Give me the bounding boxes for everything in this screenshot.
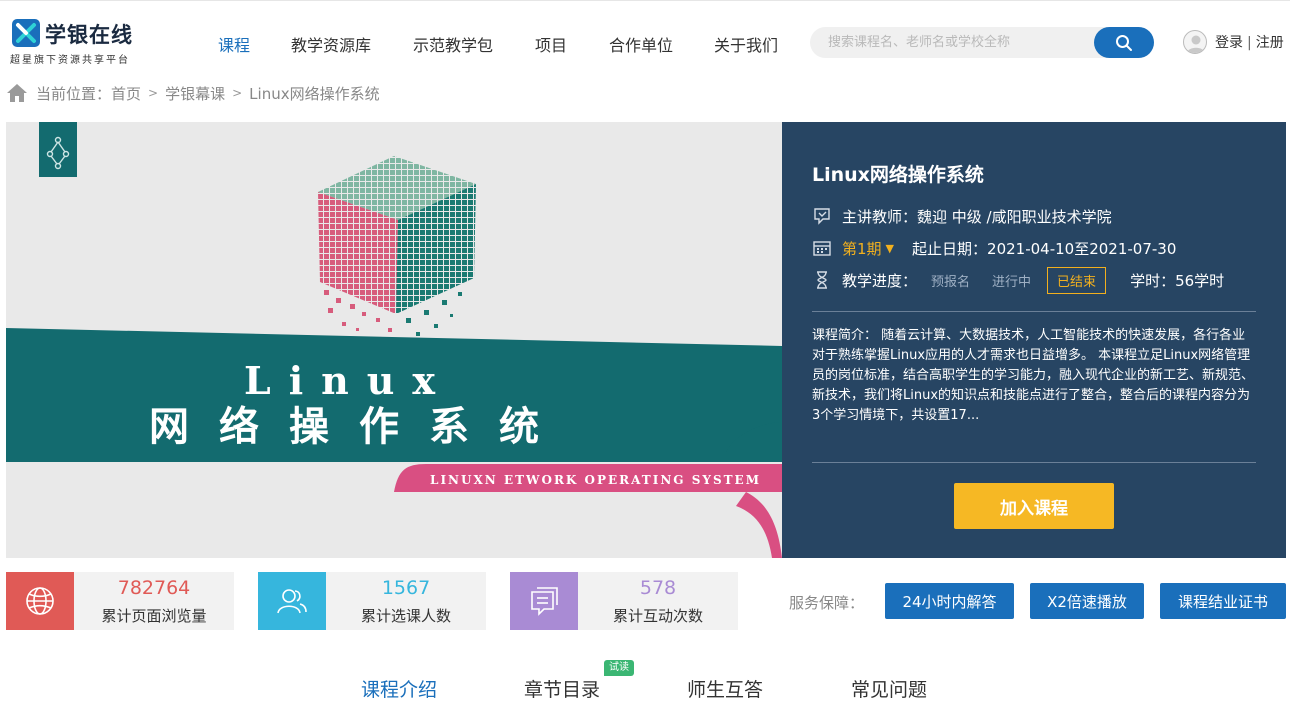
course-info-panel: Linux网络操作系统 主讲教师： 魏迎 中级 /咸阳职业技术学院 第1期 ▼ … — [782, 122, 1286, 558]
logo-mark-icon — [12, 19, 40, 47]
progress-step-preregister: 预报名 — [931, 274, 971, 290]
chat-icon — [510, 572, 578, 630]
hours-label: 学时： — [1130, 271, 1176, 290]
service-certificate-button[interactable]: 课程结业证书 — [1160, 583, 1286, 619]
teacher-label: 主讲教师： — [842, 207, 918, 226]
stat-label: 累计页面浏览量 — [101, 607, 207, 625]
progress-step-ended: 已结束 — [1047, 266, 1107, 294]
cover-title-cn: 网络操作系统 — [149, 403, 569, 450]
nav-item-about[interactable]: 关于我们 — [714, 32, 778, 56]
progress-step-ongoing: 进行中 — [992, 274, 1032, 290]
stat-label: 累计选课人数 — [360, 607, 451, 625]
nav-item-resource-library[interactable]: 教学资源库 — [291, 32, 371, 56]
course-cover-image: Linux 网络操作系统 LINUXN ETWORK OPERATING SYS… — [6, 122, 782, 558]
cover-title-en: Linux — [244, 358, 453, 403]
join-course-button[interactable]: 加入课程 — [954, 483, 1114, 529]
nav-item-partners[interactable]: 合作单位 — [609, 32, 673, 56]
caret-down-icon[interactable]: ▼ — [886, 242, 894, 255]
users-icon — [258, 572, 326, 630]
stat-value: 578 — [639, 577, 677, 599]
course-cover-art: Linux 网络操作系统 LINUXN ETWORK OPERATING SYS… — [6, 122, 782, 558]
search-icon — [1116, 34, 1132, 51]
auth-separator: | — [1247, 35, 1252, 51]
login-link[interactable]: 登录 — [1215, 35, 1243, 51]
service-label: 服务保障： — [789, 594, 865, 612]
globe-icon — [6, 572, 74, 630]
site-header: 学银在线 超星旗下资源共享平台 课程 教学资源库 示范教学包 项目 合作单位 关… — [0, 0, 1290, 76]
search-input[interactable] — [828, 27, 1088, 58]
stat-page-views: 782764 累计页面浏览量 — [6, 572, 234, 630]
calendar-icon — [813, 241, 831, 256]
stat-value: 782764 — [117, 577, 191, 599]
tab-course-intro[interactable]: 课程介绍 — [361, 675, 437, 702]
stat-label: 累计互动次数 — [612, 607, 703, 625]
nav-item-demo-package[interactable]: 示范教学包 — [413, 32, 493, 56]
progress-label: 教学进度： — [842, 271, 918, 290]
breadcrumb-separator: > — [148, 86, 159, 100]
auth-links: 登录 | 注册 — [1215, 32, 1284, 52]
user-area: 登录 | 注册 — [1183, 29, 1284, 55]
nav-item-courses[interactable]: 课程 — [218, 32, 250, 56]
hours-value: 56学时 — [1175, 271, 1225, 290]
term-row: 第1期 ▼ 起止日期： 2021-04-10至2021-07-30 — [812, 237, 1176, 259]
teacher-row: 主讲教师： 魏迎 中级 /咸阳职业技术学院 — [812, 205, 1112, 227]
course-description: 课程简介： 随着云计算、大数据技术，人工智能技术的快速发展，各行各业对于熟练掌握… — [812, 328, 1255, 423]
progress-row: 教学进度： 预报名 进行中 已结束 学时： 56学时 — [812, 266, 1225, 294]
logo-title: 学银在线 — [45, 23, 133, 47]
service-24h-answer-button[interactable]: 24小时内解答 — [885, 583, 1014, 619]
info-divider — [812, 462, 1256, 463]
trial-badge: 试读 — [604, 660, 634, 676]
tab-chapters[interactable]: 章节目录 — [524, 675, 600, 702]
register-link[interactable]: 注册 — [1256, 35, 1284, 51]
date-label: 起止日期： — [912, 239, 988, 258]
teacher-icon — [814, 208, 830, 225]
breadcrumb-current: Linux网络操作系统 — [249, 84, 380, 103]
date-range: 2021-04-10至2021-07-30 — [987, 239, 1177, 258]
service-2x-speed-button[interactable]: X2倍速播放 — [1030, 583, 1144, 619]
stat-interactions: 578 累计互动次数 — [510, 572, 738, 630]
site-logo[interactable]: 学银在线 超星旗下资源共享平台 — [10, 17, 135, 67]
course-title: Linux网络操作系统 — [812, 164, 984, 186]
breadcrumb-prefix: 当前位置： — [36, 84, 112, 103]
info-divider — [812, 311, 1256, 312]
search-box — [810, 27, 1154, 58]
tab-qa[interactable]: 师生互答 — [687, 675, 763, 702]
cover-subtitle: LINUXN ETWORK OPERATING SYSTEM — [430, 473, 761, 487]
teacher-name: 魏迎 中级 /咸阳职业技术学院 — [917, 207, 1112, 226]
nav-item-projects[interactable]: 项目 — [535, 32, 567, 56]
tab-faq[interactable]: 常见问题 — [851, 675, 927, 702]
search-button[interactable] — [1094, 27, 1154, 58]
user-avatar-icon[interactable] — [1183, 30, 1207, 54]
hourglass-icon — [817, 271, 827, 289]
breadcrumb-separator: > — [232, 86, 243, 100]
stat-value: 1567 — [381, 577, 431, 599]
breadcrumb-home[interactable]: 首页 — [111, 83, 141, 104]
breadcrumb: 当前位置： 首页 > 学银幕课 > Linux网络操作系统 — [6, 82, 380, 104]
term-select[interactable]: 第1期 — [842, 238, 882, 259]
logo-tagline: 超星旗下资源共享平台 — [10, 55, 130, 66]
home-icon — [7, 84, 27, 102]
breadcrumb-mooc[interactable]: 学银幕课 — [165, 83, 225, 104]
stat-enrollments: 1567 累计选课人数 — [258, 572, 486, 630]
